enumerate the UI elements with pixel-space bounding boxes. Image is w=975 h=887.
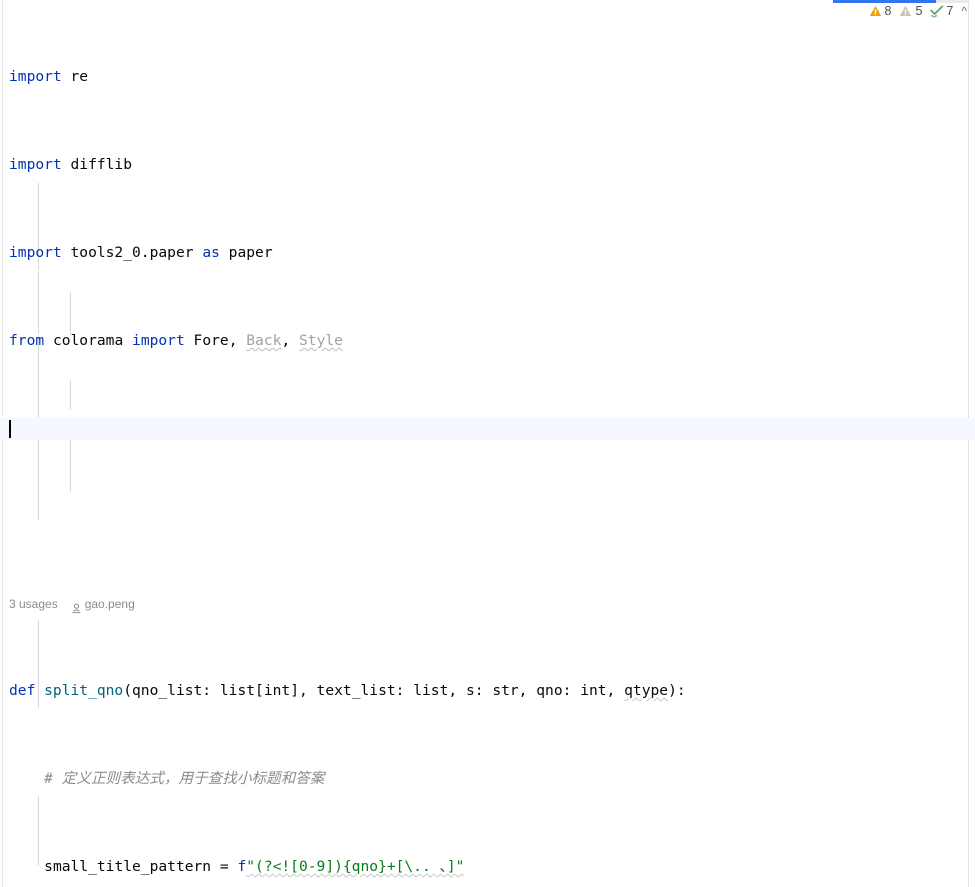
token-params: (qno_list:	[123, 682, 220, 699]
typos-indicator[interactable]: 7	[928, 4, 955, 18]
token-type: list	[219, 682, 256, 699]
token-comment: # 定义正则表达式，用于查找小标题和答案	[44, 770, 325, 787]
token-keyword: import	[132, 332, 185, 349]
token-params: ):	[668, 682, 686, 699]
token-params: ,	[606, 682, 625, 699]
inspection-widget[interactable]: 8 5 7 ^	[867, 4, 967, 18]
warnings-indicator[interactable]: 8	[867, 4, 894, 18]
token-punct: ,	[228, 332, 247, 349]
token-function-name: split_qno	[35, 682, 124, 699]
token-keyword: import	[9, 68, 62, 85]
token-name: Fore	[184, 332, 229, 349]
token-keyword: import	[9, 244, 62, 261]
code-line[interactable]	[0, 506, 975, 528]
token-punct: ,	[281, 332, 299, 349]
token-keyword: def	[9, 682, 36, 699]
token-fstring-prefix: f	[237, 858, 247, 875]
token-keyword: from	[9, 332, 45, 349]
code-content[interactable]: import re import difflib import tools2_0…	[0, 0, 975, 887]
token-alias: paper	[219, 244, 273, 261]
warning-triangle-icon	[869, 5, 882, 17]
weak-warnings-count: 5	[915, 4, 923, 18]
text-caret	[9, 420, 11, 438]
token-assignment: small_title_pattern =	[44, 858, 238, 875]
token-name: Style	[299, 332, 343, 349]
token-keyword: as	[202, 244, 220, 261]
token-module: difflib	[61, 156, 133, 173]
author-name: gao.peng	[84, 597, 135, 611]
token-keyword: import	[9, 156, 62, 173]
chevron-up-icon[interactable]: ^	[961, 5, 967, 17]
weak-warnings-indicator[interactable]: 5	[897, 4, 924, 18]
code-vision-hint[interactable]: 3 usages gao.peng	[0, 594, 975, 614]
token-module: tools2_0.paper	[61, 244, 203, 261]
token-punct: [	[255, 682, 264, 699]
code-line[interactable]: small_title_pattern = f"(?<![0-9]){qno}+…	[0, 856, 975, 878]
token-type: int	[580, 682, 607, 699]
token-type: str	[492, 682, 519, 699]
token-string: "(?<![0-9]){qno}+[\.. 、]"	[246, 858, 465, 875]
token-param-qtype: qtype	[624, 682, 669, 699]
code-editor-root: 8 5 7 ^ import re import difflib import …	[0, 0, 975, 887]
token-module: re	[61, 68, 89, 85]
token-type: list	[413, 682, 449, 699]
code-line-current[interactable]	[0, 418, 975, 440]
code-line[interactable]: from colorama import Fore, Back, Style	[0, 330, 975, 352]
weak-warning-triangle-icon	[899, 5, 912, 17]
code-line[interactable]: import difflib	[0, 154, 975, 176]
person-icon	[71, 599, 82, 613]
token-module: colorama	[44, 332, 133, 349]
warnings-count: 8	[884, 4, 892, 18]
author-annotation[interactable]: gao.peng	[71, 593, 135, 615]
token-params: ], text_list:	[290, 682, 414, 699]
token-params: , qno:	[518, 682, 581, 699]
code-line[interactable]: # 定义正则表达式，用于查找小标题和答案	[0, 768, 975, 790]
code-line[interactable]: import re	[0, 66, 975, 88]
token-name: Back	[246, 332, 282, 349]
typos-count: 7	[946, 4, 954, 18]
token-params: , s:	[448, 682, 493, 699]
code-line[interactable]: def split_qno(qno_list: list[int], text_…	[0, 680, 975, 702]
typo-check-icon	[930, 5, 944, 18]
usages-link[interactable]: 3 usages	[9, 593, 58, 615]
code-line[interactable]: import tools2_0.paper as paper	[0, 242, 975, 264]
token-type: int	[263, 682, 291, 699]
